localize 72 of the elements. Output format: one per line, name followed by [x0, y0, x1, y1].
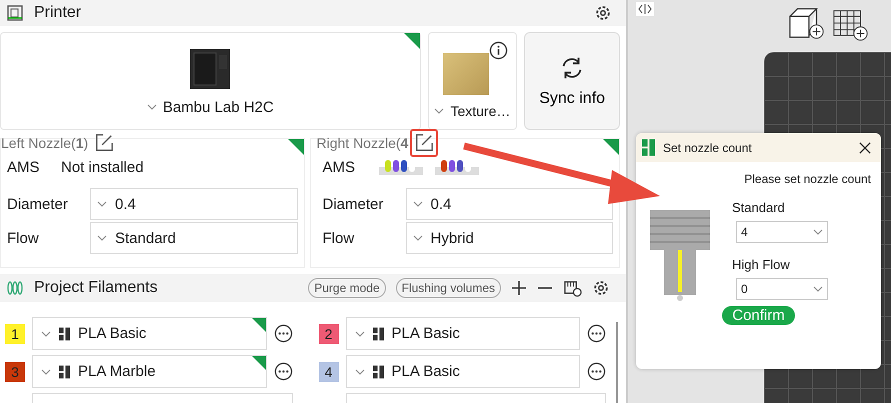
brand-icon [372, 326, 384, 340]
dialog-title: Set nozzle count [663, 140, 752, 154]
more-icon[interactable] [587, 362, 606, 381]
diameter-dropdown[interactable]: 0.4 [406, 188, 613, 220]
slot-badge: 4 [318, 362, 338, 382]
flow-dropdown[interactable]: Hybrid [406, 222, 613, 254]
sync-filament-icon[interactable] [563, 278, 582, 298]
nozzle-title: Right Nozzle(4 [316, 135, 408, 151]
count-dropdown[interactable]: 0 [736, 278, 828, 300]
more-icon[interactable] [587, 324, 606, 343]
plate-card[interactable]: Texture… [428, 32, 518, 130]
flow-dropdown[interactable]: Standard [90, 222, 298, 254]
caret-icon [813, 229, 823, 235]
slot-badge: 2 [318, 324, 338, 344]
filament-dropdown[interactable]: PLA Basic [32, 317, 266, 350]
field-label: Diameter [322, 196, 384, 212]
field-label: Standard [732, 200, 786, 215]
filament-dropdown[interactable]: PLA Basic [346, 317, 580, 350]
caret-icon [41, 330, 51, 336]
ams-label: AMS [7, 158, 41, 176]
plate-dropdown[interactable]: Texture… [434, 103, 510, 119]
caret-icon [412, 201, 422, 207]
caret-icon [354, 368, 364, 374]
count-dropdown[interactable]: 4 [736, 221, 828, 243]
caret-icon [354, 330, 364, 336]
slot-badge: 3 [5, 362, 25, 382]
ams-unit-icon[interactable] [434, 159, 478, 175]
field-label: Diameter [7, 196, 69, 212]
printer-dropdown[interactable]: Bambu Lab H2C [146, 98, 274, 116]
brand-icon [59, 326, 70, 340]
panel-title: Project Filaments [34, 279, 158, 297]
add-icon[interactable] [511, 280, 527, 296]
more-icon[interactable] [274, 324, 292, 343]
caret-icon [434, 108, 444, 114]
filament-icon [6, 279, 24, 297]
slot-badge: 1 [5, 324, 25, 344]
settings-icon[interactable] [594, 4, 612, 22]
scrollbar[interactable] [616, 322, 618, 403]
pill-button[interactable]: Flushing volumes [396, 278, 501, 298]
ams-unit-icon[interactable] [378, 159, 422, 175]
edit-icon[interactable] [410, 129, 438, 157]
printer-card[interactable]: Bambu Lab H2C [0, 32, 421, 130]
filament-dropdown[interactable]: PLA Marble [32, 355, 266, 388]
field-label: High Flow [732, 257, 791, 272]
filament-dropdown[interactable]: PLA Basic [346, 355, 580, 388]
info-icon[interactable] [489, 41, 508, 60]
dialog-prompt: Please set nozzle count [744, 172, 872, 186]
close-icon[interactable] [859, 142, 871, 154]
sync-button[interactable]: Sync info [524, 32, 620, 130]
printer-image [188, 46, 232, 90]
caret-icon [146, 104, 157, 110]
field-label: Flow [322, 230, 356, 246]
field-label: Flow [7, 230, 40, 246]
brand-icon [372, 364, 384, 378]
caret-icon [97, 201, 107, 207]
panel-title: Printer [34, 4, 82, 22]
settings-icon[interactable] [592, 279, 610, 297]
collapse-icon[interactable] [636, 2, 654, 16]
diameter-dropdown[interactable]: 0.4 [90, 188, 298, 220]
ams-label: AMS [322, 158, 356, 176]
caret-icon [41, 368, 51, 374]
more-icon[interactable] [274, 362, 292, 381]
app-logo-icon [642, 139, 655, 156]
brand-icon [59, 364, 70, 378]
plate-image [443, 53, 490, 95]
caret-icon [813, 286, 823, 292]
caret-icon [412, 235, 422, 241]
ams-status: Not installed [61, 158, 144, 176]
printer-icon [6, 4, 24, 22]
caret-icon [97, 235, 107, 241]
pill-button[interactable]: Purge mode [308, 278, 386, 298]
nozzle-title: Left Nozzle(1) [1, 135, 88, 151]
